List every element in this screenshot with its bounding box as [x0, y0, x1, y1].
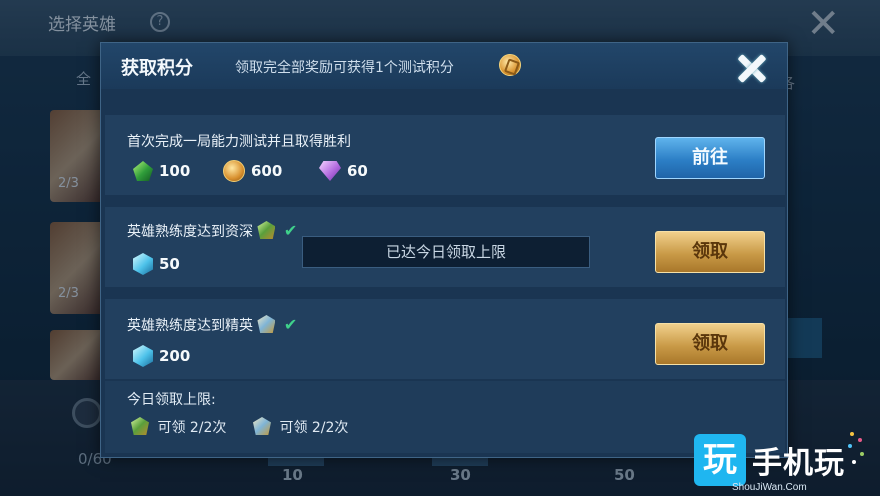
reward-item: 100	[133, 161, 190, 181]
task-label: 首次完成一局能力测试并且取得胜利	[127, 134, 351, 150]
watermark-url: ShouJiWan.Com	[732, 482, 807, 493]
reward-item: 600	[223, 160, 282, 182]
daily-limit-text: 可领 2/2次	[279, 420, 349, 436]
elite-badge-icon	[257, 315, 276, 333]
daily-limit-item: 可领 2/2次	[127, 417, 226, 437]
task-label: 英雄熟练度达到资深	[127, 224, 253, 240]
watermark-dots	[846, 430, 866, 470]
veteran-badge-icon	[257, 221, 276, 239]
emerald-icon	[133, 161, 153, 181]
dialog-title: 获取积分	[121, 58, 193, 79]
daily-limit-item: 可领 2/2次	[249, 417, 348, 437]
go-button[interactable]: 前往	[655, 137, 765, 179]
check-icon: ✔	[283, 221, 298, 240]
task-label: 英雄熟练度达到精英	[127, 318, 253, 334]
reward-item: 50	[133, 253, 180, 275]
elite-badge-icon	[253, 417, 271, 435]
dialog-header: 获取积分 领取完全部奖励可获得1个测试积分	[101, 43, 787, 89]
task-row: 英雄熟练度达到精英 ✔ 200 领取	[105, 299, 785, 379]
veteran-badge-icon	[131, 417, 149, 435]
diamond-icon	[319, 161, 341, 181]
watermark: 玩 手机玩 ShouJiWan.Com	[694, 430, 880, 496]
daily-limit-title: 今日领取上限:	[127, 392, 216, 408]
reward-amount: 60	[347, 162, 368, 180]
reward-amount: 200	[159, 347, 191, 365]
check-icon: ✔	[283, 315, 298, 334]
get-points-dialog: 获取积分 领取完全部奖励可获得1个测试积分 首次完成一局能力测试并且取得胜利 1…	[100, 42, 788, 458]
watermark-logo: 玩	[694, 434, 746, 486]
crystal-cube-icon	[133, 253, 153, 275]
reward-amount: 600	[251, 162, 283, 180]
watermark-text: 手机玩	[752, 446, 845, 481]
task-row: 首次完成一局能力测试并且取得胜利 100 600 60 前往	[105, 115, 785, 195]
claim-button[interactable]: 领取	[655, 323, 765, 365]
claim-button[interactable]: 领取	[655, 231, 765, 273]
close-icon[interactable]	[733, 49, 771, 87]
reward-amount: 100	[159, 162, 191, 180]
reward-item: 200	[133, 345, 190, 367]
gold-coin-icon	[223, 160, 245, 182]
daily-limit-text: 可领 2/2次	[157, 420, 227, 436]
dialog-subtitle: 领取完全部奖励可获得1个测试积分	[235, 60, 454, 76]
reward-amount: 50	[159, 255, 180, 273]
task-label-wrap: 英雄熟练度达到精英 ✔	[127, 315, 297, 335]
reward-item: 60	[319, 161, 368, 181]
coin-icon	[499, 54, 521, 76]
task-label-wrap: 英雄熟练度达到资深 ✔	[127, 221, 297, 241]
daily-limit-panel: 今日领取上限: 可领 2/2次 可领 2/2次	[105, 381, 785, 453]
limit-reached-toast: 已达今日领取上限	[302, 236, 590, 268]
crystal-cube-icon	[133, 345, 153, 367]
